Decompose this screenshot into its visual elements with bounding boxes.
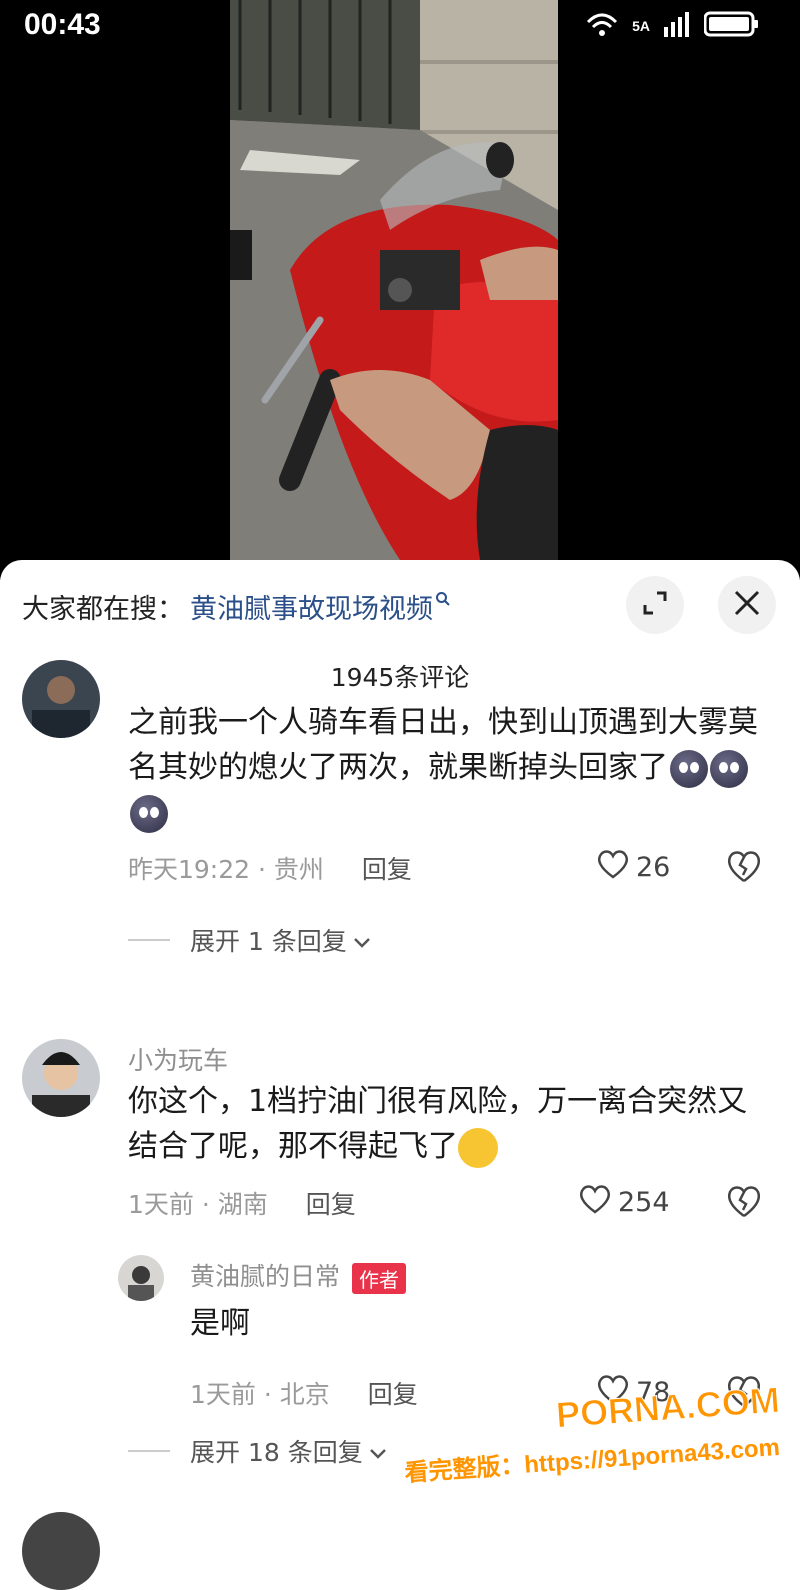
reply-username-row: 黄油腻的日常 作者 — [190, 1257, 407, 1294]
reply-time-location: 1天前 · 北京 — [190, 1380, 330, 1409]
battery-icon — [703, 10, 760, 41]
comment-time-location: 1天前 · 湖南 — [128, 1190, 268, 1219]
comment-time-location: 昨天19:22 · 贵州 — [128, 855, 324, 884]
reply-meta: 1天前 · 北京 回复 — [190, 1375, 418, 1411]
reply-button[interactable]: 回复 — [306, 1185, 356, 1221]
avatar[interactable] — [22, 1039, 100, 1117]
comment-meta: 1天前 · 湖南 回复 — [128, 1185, 356, 1221]
comment-text: 你这个，1档拧油门很有风险，万一离合突然又结合了呢，那不得起飞了 — [128, 1079, 768, 1169]
chevron-down-icon — [353, 926, 371, 955]
watermark: PORNA.COM 看完整版：https://91porna43.com — [404, 1378, 782, 1487]
avatar[interactable] — [22, 660, 100, 738]
expand-replies-label: 展开 18 条回复 — [190, 1438, 363, 1467]
close-icon — [733, 589, 761, 621]
video-player[interactable]: 00:43 5A — [0, 0, 800, 580]
author-badge: 作者 — [352, 1262, 407, 1294]
dislike-button[interactable] — [724, 1183, 764, 1223]
comment-count: 1945条评论 — [330, 663, 470, 692]
comments-panel: 大家都在搜： 黄油腻事故现场视频 1945条评论 之前我一个人骑车看日出，快到山… — [0, 560, 800, 1590]
expand-button[interactable] — [626, 576, 684, 634]
reply-text: 是啊 — [190, 1306, 250, 1341]
heart-icon — [596, 848, 630, 887]
expand-icon — [640, 588, 670, 622]
comment-item: 之前我一个人骑车看日出，快到山顶遇到大雾莫名其妙的熄火了两次，就果断掉头回家了 … — [0, 660, 800, 960]
comment-meta: 昨天19:22 · 贵州 回复 — [128, 850, 412, 886]
broken-heart-icon — [724, 851, 764, 888]
expand-replies-label: 展开 1 条回复 — [190, 927, 347, 956]
network-label: 5A — [632, 17, 650, 34]
close-button[interactable] — [718, 576, 776, 634]
emoji-icon — [710, 749, 748, 788]
laughing-emoji-icon — [458, 1127, 498, 1168]
status-time: 00:43 — [24, 8, 101, 41]
comment-text: 之前我一个人骑车看日出，快到山顶遇到大雾莫名其妙的熄火了两次，就果断掉头回家了 — [128, 700, 768, 835]
like-count: 254 — [618, 1187, 670, 1218]
divider-line — [128, 939, 170, 941]
status-icons: 5A — [584, 10, 760, 41]
wifi-icon — [584, 10, 620, 41]
expand-replies[interactable]: 展开 1 条回复 — [128, 922, 371, 958]
search-prefix: 大家都在搜： — [22, 593, 184, 625]
avatar[interactable] — [22, 1512, 100, 1590]
like-button[interactable]: 254 — [578, 1183, 670, 1222]
expand-replies[interactable]: 展开 18 条回复 — [128, 1433, 387, 1469]
comment-username[interactable]: 小为玩车 — [128, 1041, 228, 1077]
reply-button[interactable]: 回复 — [362, 850, 412, 886]
reply-avatar[interactable] — [118, 1255, 164, 1301]
emoji-icon — [130, 794, 168, 833]
chevron-down-icon — [369, 1437, 387, 1466]
search-icon — [435, 591, 451, 607]
broken-heart-icon — [724, 1186, 764, 1223]
reply-username[interactable]: 黄油腻的日常 — [190, 1262, 340, 1291]
signal-icon — [662, 11, 692, 40]
like-count: 26 — [636, 852, 671, 883]
video-frame — [230, 0, 558, 560]
heart-icon — [578, 1183, 612, 1222]
motorcycle-image — [230, 0, 558, 560]
search-keyword[interactable]: 黄油腻事故现场视频 — [190, 587, 433, 626]
dislike-button[interactable] — [724, 848, 764, 888]
divider-line — [128, 1450, 170, 1452]
like-button[interactable]: 26 — [596, 848, 670, 887]
emoji-icon — [670, 749, 708, 788]
